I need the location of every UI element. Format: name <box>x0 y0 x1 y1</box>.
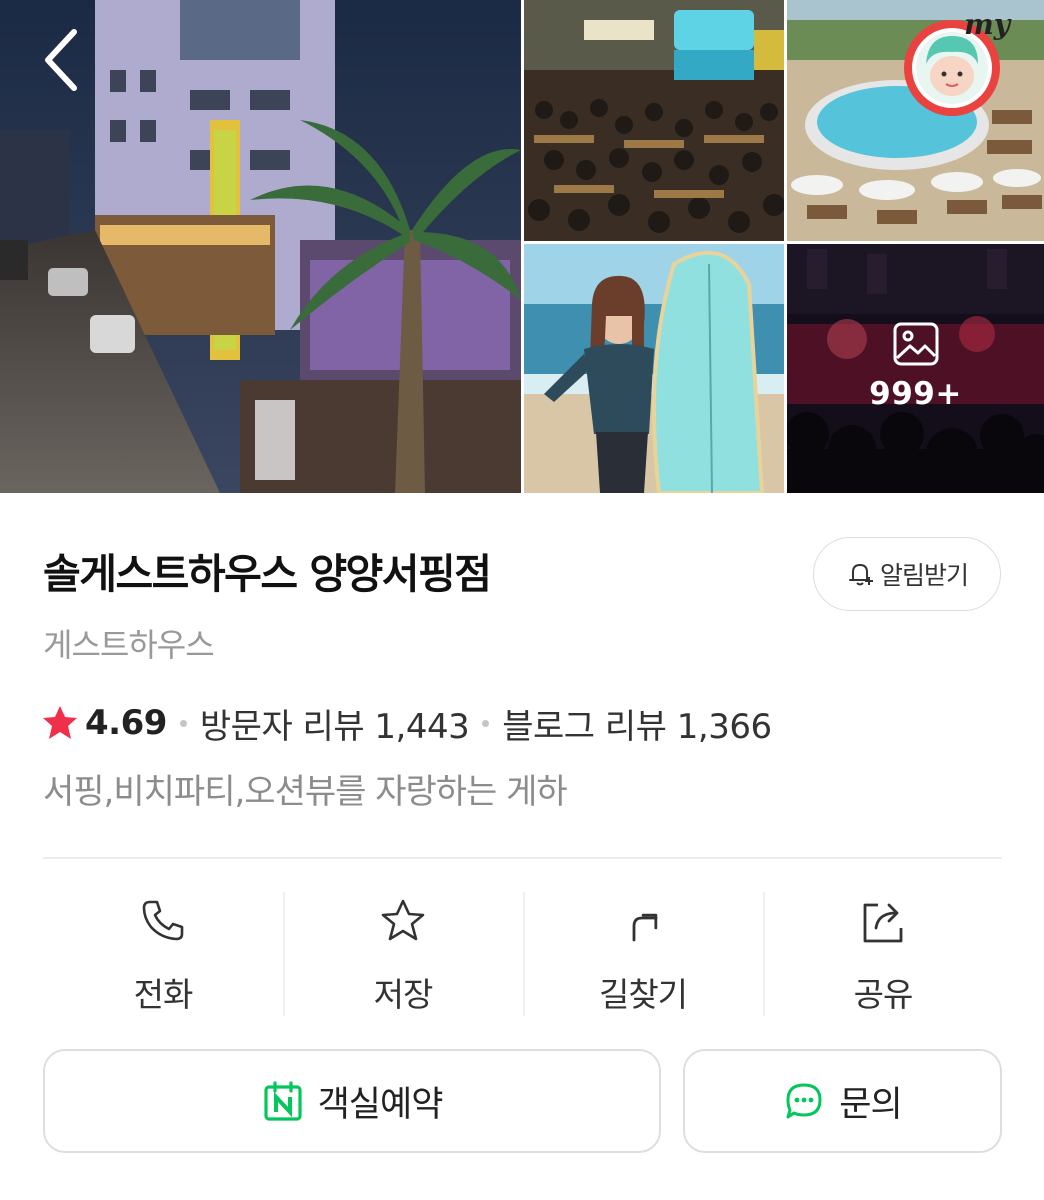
reserve-button[interactable]: 객실예약 <box>43 1049 661 1153</box>
photo-count: 999+ <box>869 375 962 412</box>
reserve-label: 객실예약 <box>317 1084 444 1125</box>
save-label: 저장 <box>373 975 434 1014</box>
chat-icon <box>786 1083 822 1119</box>
rating-value: 4.69 <box>85 703 167 743</box>
chevron-left-icon <box>45 29 77 91</box>
phone-icon <box>142 900 184 941</box>
divider <box>43 857 1002 859</box>
action-bar: 전화 저장 길찾기 공유 <box>43 892 1003 1016</box>
inquiry-label: 문의 <box>839 1084 902 1125</box>
back-button[interactable] <box>30 22 94 98</box>
notify-label: 알림받기 <box>879 561 969 590</box>
naver-calendar-icon <box>263 1081 302 1121</box>
more-photos-overlay[interactable]: 999+ <box>787 244 1044 493</box>
save-action[interactable]: 저장 <box>283 892 523 1016</box>
star-outline-icon <box>381 899 425 941</box>
directions-icon <box>632 913 658 942</box>
separator-dot <box>179 719 187 727</box>
my-badge[interactable]: my <box>902 8 1020 120</box>
place-description: 서핑,비치파티,오션뷰를 자랑하는 게하 <box>43 772 568 812</box>
crowd-photo[interactable] <box>524 0 784 241</box>
separator-dot <box>482 719 490 727</box>
directions-action[interactable]: 길찾기 <box>523 892 763 1016</box>
star-icon <box>43 706 77 739</box>
call-action[interactable]: 전화 <box>43 892 283 1016</box>
place-title: 솔게스트하우스 양양서핑점 <box>43 550 492 598</box>
visitor-reviews-link[interactable]: 방문자 리뷰 1,443 <box>200 699 470 748</box>
call-label: 전화 <box>133 975 194 1014</box>
photo-gallery: 999+ my <box>0 0 1044 493</box>
notify-button[interactable]: 알림받기 <box>813 537 1001 611</box>
surfer-photo[interactable] <box>524 244 784 493</box>
share-action[interactable]: 공유 <box>763 892 1003 1016</box>
share-icon <box>863 903 903 943</box>
inquiry-button[interactable]: 문의 <box>683 1049 1002 1153</box>
review-stats: 4.69 방문자 리뷰 1,443 블로그 리뷰 1,366 <box>41 699 772 748</box>
share-label: 공유 <box>853 975 914 1014</box>
directions-label: 길찾기 <box>598 975 688 1014</box>
blog-reviews-link[interactable]: 블로그 리뷰 1,366 <box>502 699 772 748</box>
my-badge-label: my <box>964 8 1010 41</box>
bell-plus-icon <box>848 564 873 586</box>
image-icon <box>893 322 938 365</box>
place-category: 게스트하우스 <box>43 626 215 664</box>
